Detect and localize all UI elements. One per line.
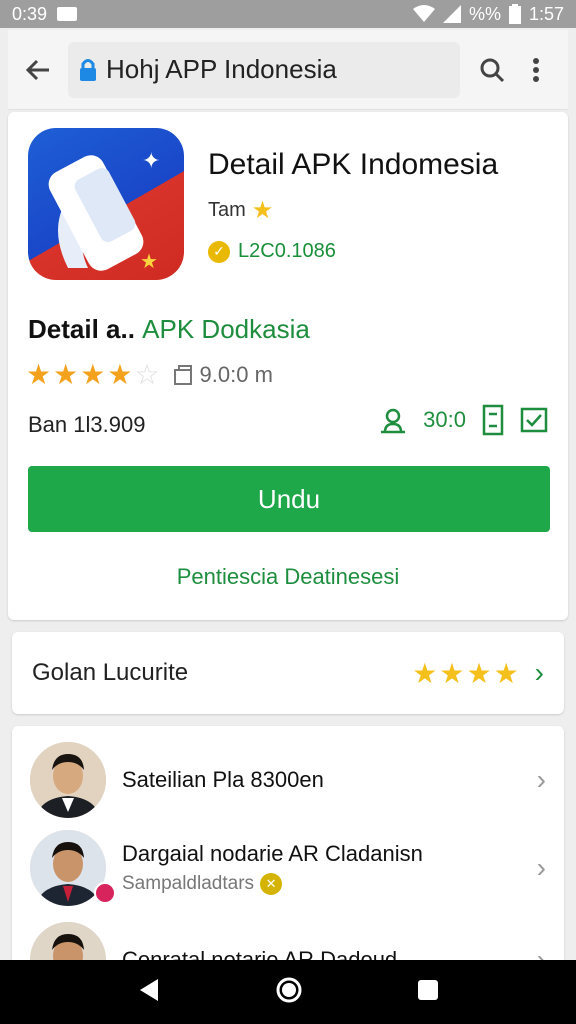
list-text: Dargaial nodarie AR Cladanisn Sampaldlad…	[122, 841, 423, 895]
phone-icon	[482, 404, 504, 436]
app-detail-card: ✦ ★ Detail APK Indomesia Tam ★ ✓ L2C0.10…	[8, 112, 568, 620]
app-title: Detail APK Indomesia	[208, 148, 499, 181]
star-icon: ★	[26, 359, 52, 390]
circle-home-icon	[276, 977, 302, 1002]
list-item[interactable]: Conratal notarie AR Dadoud ›	[12, 914, 564, 966]
size-info: 9.0:0 m	[172, 362, 273, 388]
list-text: Sateilian Pla 8300en	[122, 767, 324, 793]
status-time: 0:39	[12, 3, 48, 24]
status-bar: 0:39 %% 1:57	[0, 0, 576, 28]
search-icon	[480, 58, 505, 82]
rating-card-label: Golan Lucurite	[32, 659, 189, 686]
battery-percent: %%	[468, 3, 501, 24]
signal-icon	[442, 5, 461, 23]
rating-card[interactable]: Golan Lucurite ★ ★ ★ ★ ›	[12, 632, 564, 714]
chevron-right-icon: ›	[534, 657, 544, 688]
download-button[interactable]: Undu	[28, 466, 550, 532]
developer-label: Tam	[208, 199, 246, 221]
star-icon: ★	[493, 657, 519, 689]
svg-text:★: ★	[140, 249, 158, 273]
more-options-button[interactable]	[514, 48, 558, 92]
chevron-right-icon: ›	[536, 764, 546, 795]
svg-text:✦: ✦	[142, 149, 160, 174]
storage-icon	[173, 364, 192, 385]
avatar-badge-icon	[94, 882, 116, 904]
url-text: Hohj APP Indonesia	[106, 54, 337, 84]
detail-link[interactable]: Pentiescia Deatinesesi	[8, 564, 568, 590]
star-icon: ★	[412, 657, 438, 689]
checkbox-icon	[520, 407, 548, 433]
star-icon: ★	[53, 359, 79, 390]
list-subtitle-text: Sampaldladtars	[122, 873, 255, 894]
search-button[interactable]	[470, 48, 514, 92]
rating-card-stars: ★ ★ ★ ★	[412, 657, 518, 690]
star-icon: ★	[107, 359, 133, 390]
list-subtitle: Sampaldladtars ✕	[122, 873, 423, 895]
back-button[interactable]	[18, 50, 58, 90]
list-item[interactable]: Dargaial nodarie AR Cladanisn Sampaldlad…	[12, 822, 564, 914]
verified-check-icon: ✓	[208, 240, 230, 263]
star-icon: ★	[439, 657, 465, 689]
app-icon: ✦ ★	[28, 128, 184, 280]
star-icon: ★	[251, 197, 274, 224]
avatar	[30, 742, 106, 818]
verified-code: L2C0.1086	[238, 240, 336, 262]
star-icon: ★	[80, 359, 106, 390]
chevron-right-icon: ›	[536, 852, 546, 883]
wifi-icon	[412, 5, 435, 23]
square-recents-icon	[417, 979, 438, 1000]
lock-icon	[78, 57, 98, 83]
list-title: Sateilian Pla 8300en	[122, 767, 324, 792]
status-clock: 1:57	[528, 3, 564, 24]
nav-recents-button[interactable]	[416, 978, 440, 1007]
app-bar: Hohj APP Indonesia	[8, 30, 568, 110]
detail-heading-accent: APK Dodkasia	[142, 314, 310, 344]
list-item[interactable]: Sateilian Pla 8300en ›	[12, 734, 564, 826]
notification-icon	[57, 7, 78, 21]
download-count: 30:0	[423, 407, 466, 432]
detail-heading-bold: Detail a..	[28, 314, 135, 344]
verified-row: ✓ L2C0.1086	[208, 240, 336, 263]
related-list: Sateilian Pla 8300en › Dargaial nodarie …	[12, 726, 564, 966]
rating-row: ★ ★ ★ ★ ☆ 9.0:0 m	[26, 358, 273, 391]
nav-bar	[0, 960, 576, 1024]
nav-back-button[interactable]	[136, 977, 162, 1008]
battery-icon	[508, 4, 521, 24]
star-icon: ★	[466, 657, 492, 689]
detail-heading: Detail a.. APK Dodkasia	[28, 314, 310, 345]
location-icon	[381, 408, 406, 434]
more-vert-icon	[533, 57, 539, 82]
arrow-left-icon	[25, 59, 49, 80]
close-badge-icon: ✕	[260, 873, 283, 895]
version-text: Ban 1l3.909	[28, 412, 146, 437]
app-size: 9.0:0 m	[199, 361, 273, 387]
nav-home-button[interactable]	[275, 976, 303, 1009]
url-field[interactable]: Hohj APP Indonesia	[68, 41, 460, 98]
triangle-back-icon	[140, 978, 159, 1001]
stats-row: 30:0	[379, 404, 548, 436]
star-empty-icon: ☆	[134, 359, 160, 390]
developer-name[interactable]: Tam ★	[208, 196, 273, 225]
list-title: Dargaial nodarie AR Cladanisn	[122, 841, 423, 866]
